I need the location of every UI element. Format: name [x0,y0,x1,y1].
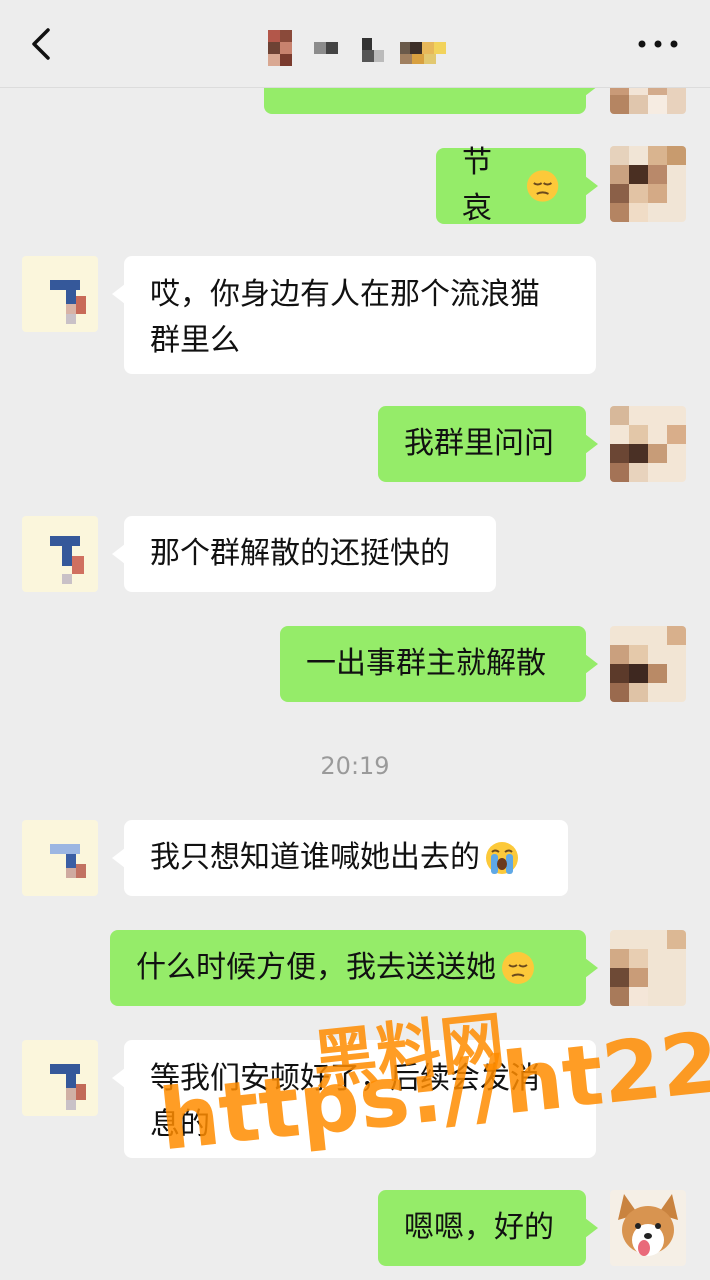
contact-avatar-pixelated-icon [22,516,98,592]
contact-avatar[interactable] [22,820,98,896]
my-avatar[interactable] [610,930,686,1006]
dog-avatar-pixelated-icon [610,146,686,222]
contact-avatar[interactable] [22,516,98,592]
received-message-bubble[interactable]: 那个群解散的还挺快的 [112,516,496,592]
message-timestamp: 20:19 [320,752,390,780]
contact-avatar-pixelated-icon [22,256,98,332]
received-message-bubble[interactable]: 哎，你身边有人在那个流浪猫 群里么 [112,256,596,374]
contact-name-pixelated [268,30,446,66]
contact-avatar-pixelated-icon [22,820,98,896]
my-avatar[interactable] [610,88,686,114]
received-message-bubble[interactable]: 我只想知道谁喊她出去的 [112,820,568,896]
my-avatar[interactable] [610,406,686,482]
message-text: 我群里问问 [404,426,554,461]
more-menu-icon[interactable] [636,32,680,56]
sent-message-bubble[interactable]: 一出事群主就解散 [280,626,598,702]
sent-message-bubble[interactable]: 嗯嗯，好的 [378,1190,598,1266]
dog-avatar-pixelated-icon [610,406,686,482]
sent-message-bubble[interactable]: 节哀 [436,145,598,226]
sent-message-bubble[interactable]: 我群里问问 [378,406,598,482]
message-text: 嗯嗯，好的 [404,1210,554,1245]
dog-avatar-pixelated-icon [610,930,686,1006]
sent-message-bubble[interactable] [264,88,598,114]
message-text-line: 哎，你身边有人在那个流浪猫 [150,277,540,312]
message-text-line: 群里么 [150,323,240,358]
my-avatar[interactable] [610,146,686,222]
chat-header [0,0,710,88]
pensive-face-emoji-icon [502,952,534,984]
message-text: 那个群解散的还挺快的 [150,536,450,571]
contact-avatar-pixelated-icon [22,1040,98,1116]
dog-avatar-pixelated-icon [610,626,686,702]
back-chevron-icon[interactable] [22,24,62,64]
pensive-face-emoji-icon [526,170,559,202]
my-avatar[interactable] [610,1190,686,1266]
message-text: 一出事群主就解散 [306,646,546,681]
message-text: 什么时候方便，我去送送她 [136,950,496,985]
message-text-block: 哎，你身边有人在那个流浪猫 群里么 [150,272,540,364]
corgi-avatar-icon [610,1190,686,1266]
contact-avatar[interactable] [22,256,98,332]
my-avatar[interactable] [610,626,686,702]
sent-message-bubble[interactable]: 什么时候方便，我去送送她 [110,930,598,1006]
message-text: 节哀 [462,145,492,226]
message-text: 我只想知道谁喊她出去的 [150,840,480,875]
loudly-crying-face-emoji-icon [486,842,518,874]
dog-avatar-pixelated-icon [610,88,686,114]
contact-avatar[interactable] [22,1040,98,1116]
